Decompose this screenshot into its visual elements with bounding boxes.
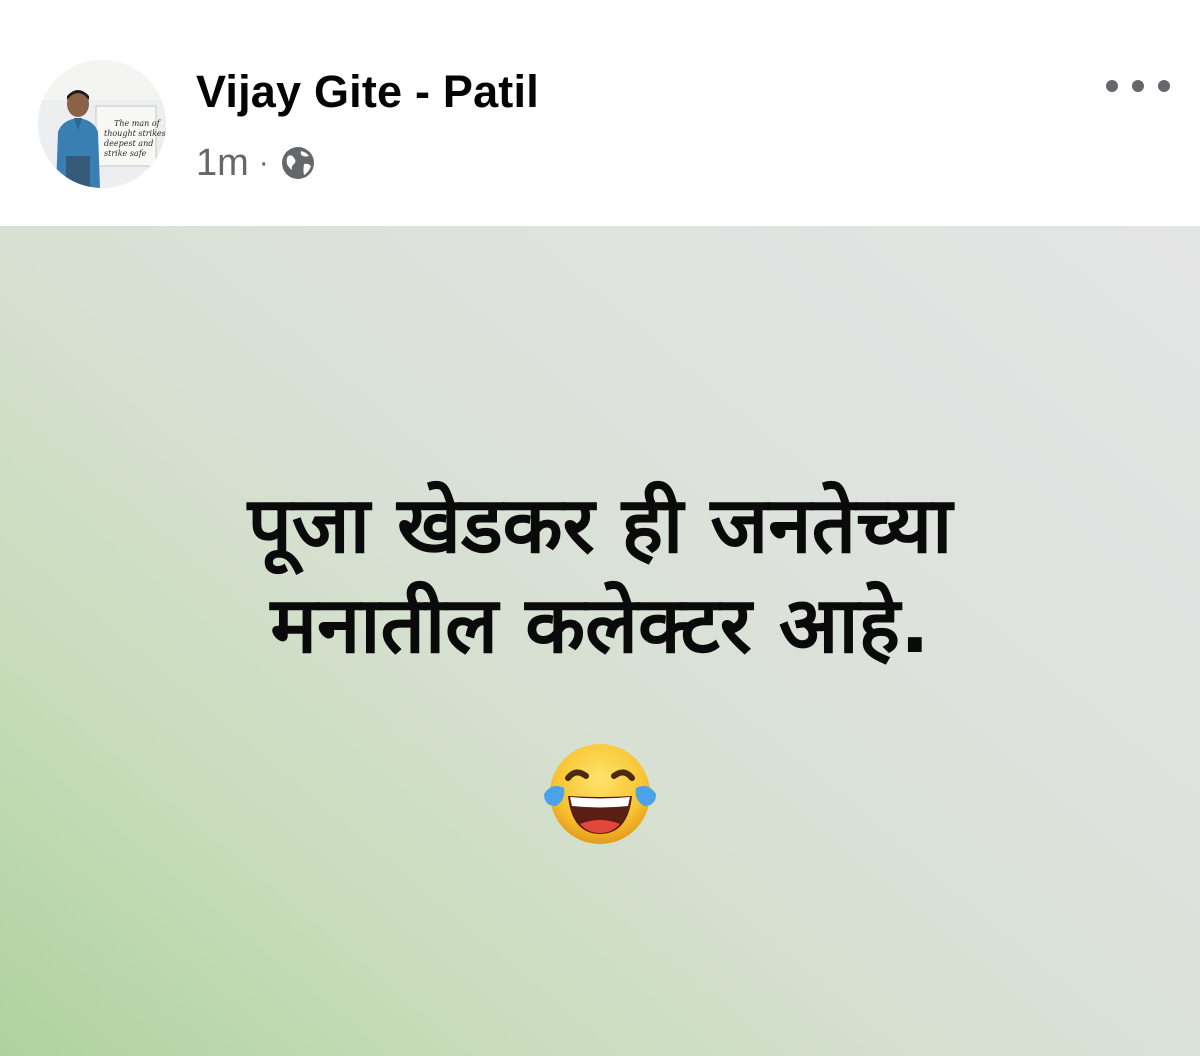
avatar-caption-4: strike safe (104, 149, 147, 158)
post-background: पूजा खेडकर ही जनतेच्या मनातील कलेक्टर आह… (0, 226, 1200, 1056)
avatar-caption-1: The man of (114, 119, 162, 128)
more-options-icon-dot (1132, 80, 1144, 92)
more-options-button[interactable] (1106, 66, 1170, 106)
author-avatar[interactable]: The man of thought strikes deepest and s… (38, 60, 166, 188)
more-options-icon (1106, 80, 1118, 92)
post-meta: 1m · (196, 140, 317, 186)
more-options-icon-dot (1158, 80, 1170, 92)
feed-post: The man of thought strikes deepest and s… (0, 0, 1200, 1056)
post-header: The man of thought strikes deepest and s… (0, 0, 1200, 226)
avatar-caption-2: thought strikes (104, 129, 166, 138)
post-timestamp[interactable]: 1m (196, 142, 249, 185)
avatar-image: The man of thought strikes deepest and s… (38, 60, 166, 188)
author-name[interactable]: Vijay Gite - Patil (196, 66, 539, 118)
post-text-line-1: पूजा खेडकर ही जनतेच्या (247, 481, 953, 571)
meta-separator: · (258, 146, 269, 179)
face-with-tears-of-joy-icon (544, 744, 656, 844)
post-text-line-2: मनातील कलेक्टर आहे. (270, 581, 930, 671)
post-text: पूजा खेडकर ही जनतेच्या मनातील कलेक्टर आह… (60, 476, 1140, 676)
avatar-caption-3: deepest and (104, 139, 153, 148)
globe-icon[interactable] (279, 144, 317, 182)
